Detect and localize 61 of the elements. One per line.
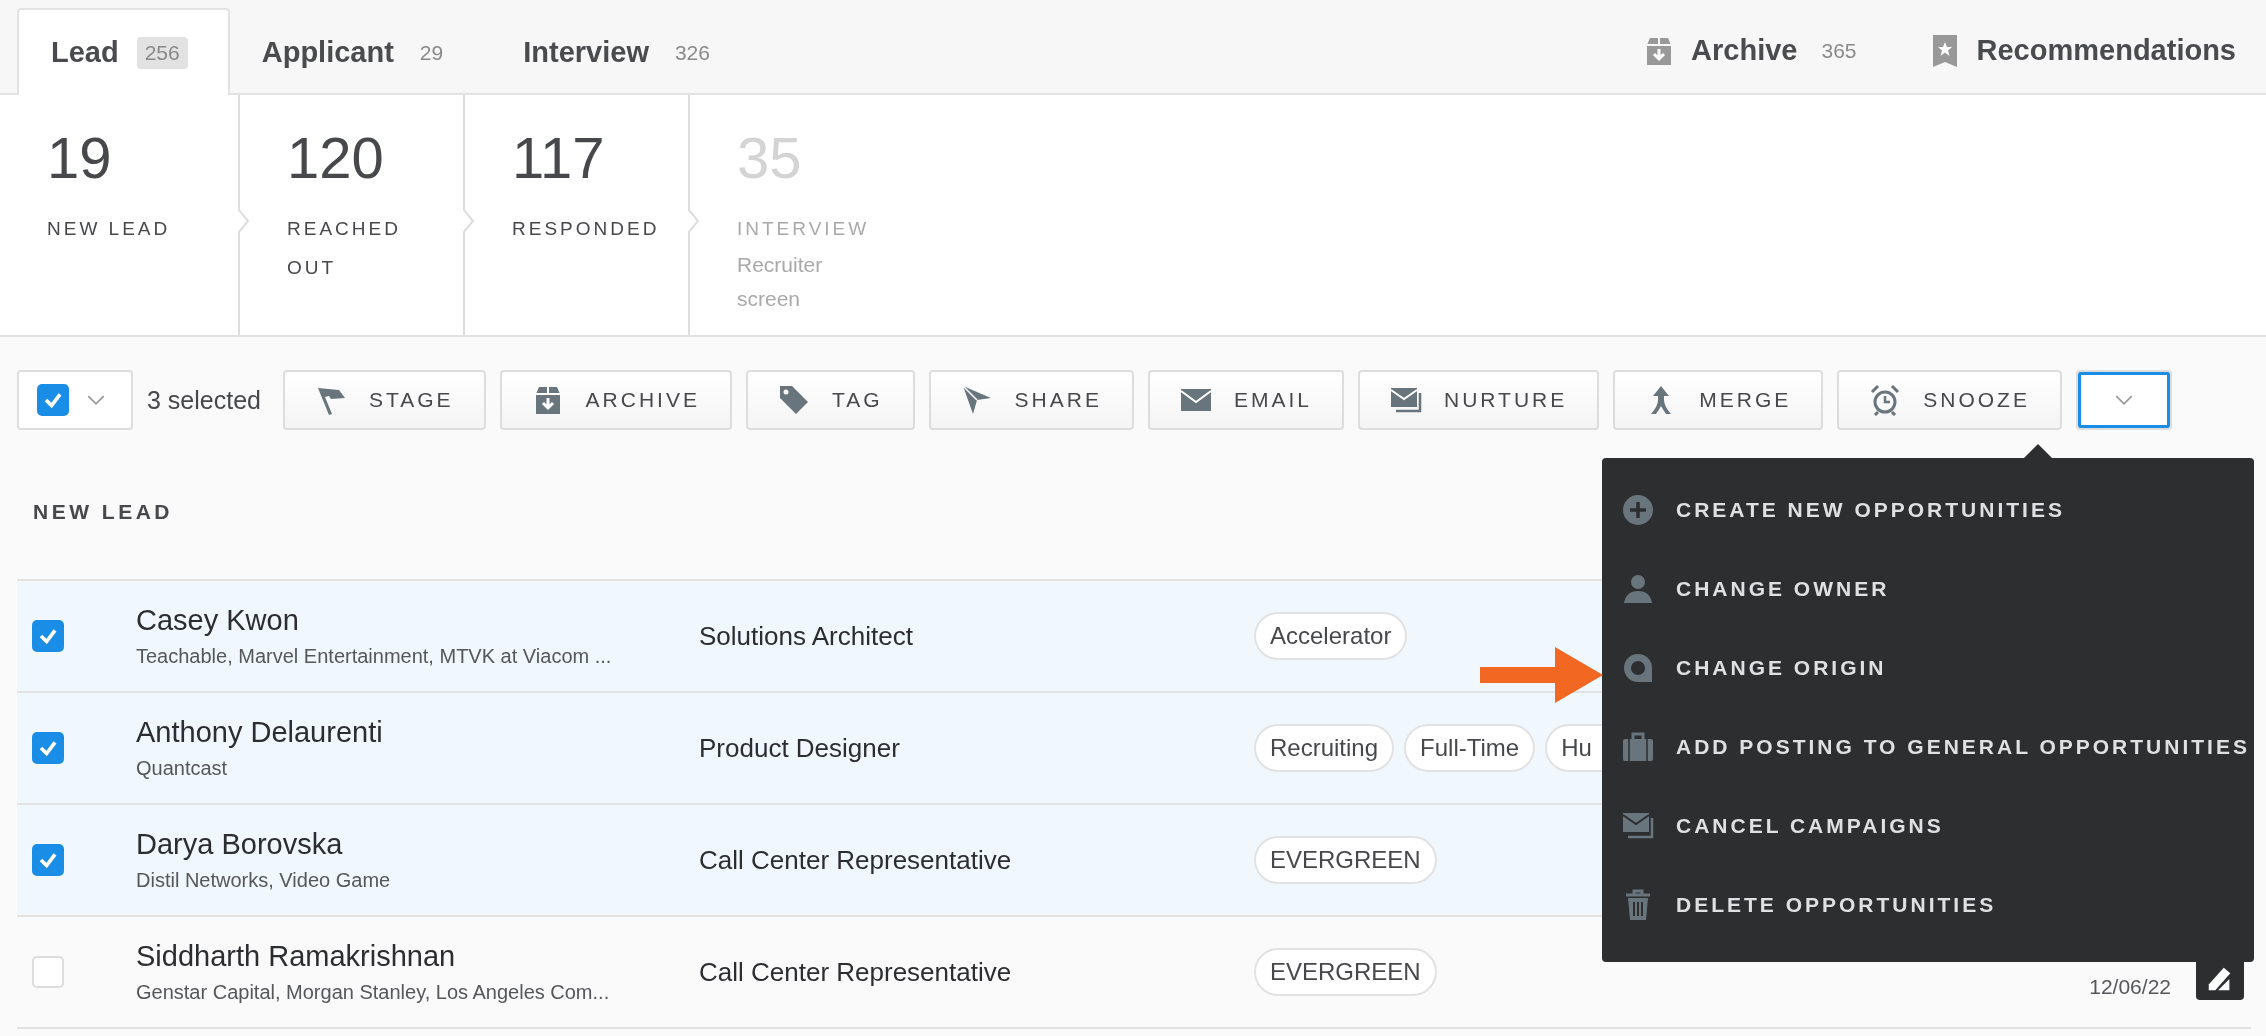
person-icon xyxy=(1622,572,1654,605)
stage-label: NEW LEAD xyxy=(47,217,171,241)
job-title: Solutions Architect xyxy=(699,620,914,652)
tab-count: 29 xyxy=(418,39,445,66)
stage-label: RESPONDED xyxy=(512,217,660,241)
plus-circle-icon xyxy=(1622,493,1654,526)
stage-count: 19 xyxy=(47,129,112,187)
select-all-dropdown[interactable] xyxy=(17,370,133,430)
speech-bubble-icon xyxy=(1622,651,1654,684)
tag-chip: Accelerator xyxy=(1254,612,1408,660)
paper-plane-icon xyxy=(960,384,993,416)
tab-count: 256 xyxy=(136,36,188,69)
candidate-name[interactable]: Siddharth Ramakrishnan xyxy=(136,940,699,973)
share-button[interactable]: SHARE xyxy=(928,370,1134,430)
checkbox[interactable] xyxy=(37,384,69,416)
job-title: Call Center Representative xyxy=(699,844,1013,876)
caret-icon xyxy=(87,394,105,406)
stage-label: REACHED OUT xyxy=(287,217,402,280)
stage-button[interactable]: STAGE xyxy=(282,370,486,430)
snooze-button[interactable]: SNOOZE xyxy=(1837,370,2062,430)
menu-item[interactable]: CREATE NEW OPPORTUNITIES xyxy=(1602,470,2254,549)
alarm-clock-icon xyxy=(1869,384,1902,416)
section-title: NEW LEAD xyxy=(33,500,173,523)
stage-tab[interactable]: Applicant 29 xyxy=(229,10,492,95)
candidate-companies: Distil Networks, Video Game xyxy=(136,869,392,892)
candidate-name[interactable]: Darya Borovska xyxy=(136,828,699,861)
candidate-companies: Teachable, Marvel Entertainment, MTVK at Viacom ... xyxy=(136,645,613,668)
stage-label: INTERVIEW xyxy=(737,217,870,241)
stage-tab[interactable]: Lead 256 xyxy=(17,8,230,95)
selected-count: 3 selected xyxy=(147,385,261,415)
checkbox[interactable] xyxy=(32,732,64,764)
stage-count: 120 xyxy=(287,129,384,187)
merge-button[interactable]: MERGE xyxy=(1613,370,1824,430)
tag-button[interactable]: TAG xyxy=(745,370,915,430)
more-actions-dropdown[interactable] xyxy=(2075,370,2172,430)
candidate-companies: Genstar Capital, Morgan Stanley, Los Angeles Com... xyxy=(136,981,611,1004)
tag-chip: EVERGREEN xyxy=(1254,836,1437,884)
nurture-button[interactable]: NURTURE xyxy=(1357,370,1600,430)
candidate-name[interactable]: Anthony Delaurenti xyxy=(136,716,699,749)
briefcase-icon xyxy=(1622,730,1654,763)
job-title: Product Designer xyxy=(699,732,901,764)
stage-tab[interactable]: Interview 326 xyxy=(491,10,758,95)
tag-chip: EVERGREEN xyxy=(1254,948,1437,996)
candidate-companies: Quantcast xyxy=(136,757,229,780)
checkbox[interactable] xyxy=(32,620,64,652)
candidate-name[interactable]: Casey Kwon xyxy=(136,604,699,637)
email-button[interactable]: EMAIL xyxy=(1147,370,1344,430)
job-title: Call Center Representative xyxy=(699,956,1013,988)
checkbox[interactable] xyxy=(32,844,64,876)
tag-icon xyxy=(777,384,810,416)
tab-count: 365 xyxy=(1820,37,1858,64)
date-text: 12/06/22 xyxy=(2089,975,2171,999)
tag-chip: Full-Time xyxy=(1404,724,1536,772)
tag-chip: Recruiting xyxy=(1254,724,1395,772)
stage-count: 117 xyxy=(512,129,605,187)
archive-button[interactable]: ARCHIVE xyxy=(499,370,732,430)
tab-count: 326 xyxy=(673,39,711,66)
side-tab[interactable]: Recommendations xyxy=(1894,8,2266,93)
stage-sublabel: Recruiter screen xyxy=(737,252,824,312)
side-tab[interactable]: Archive 365 xyxy=(1609,8,1895,93)
caret-icon xyxy=(2114,394,2133,406)
